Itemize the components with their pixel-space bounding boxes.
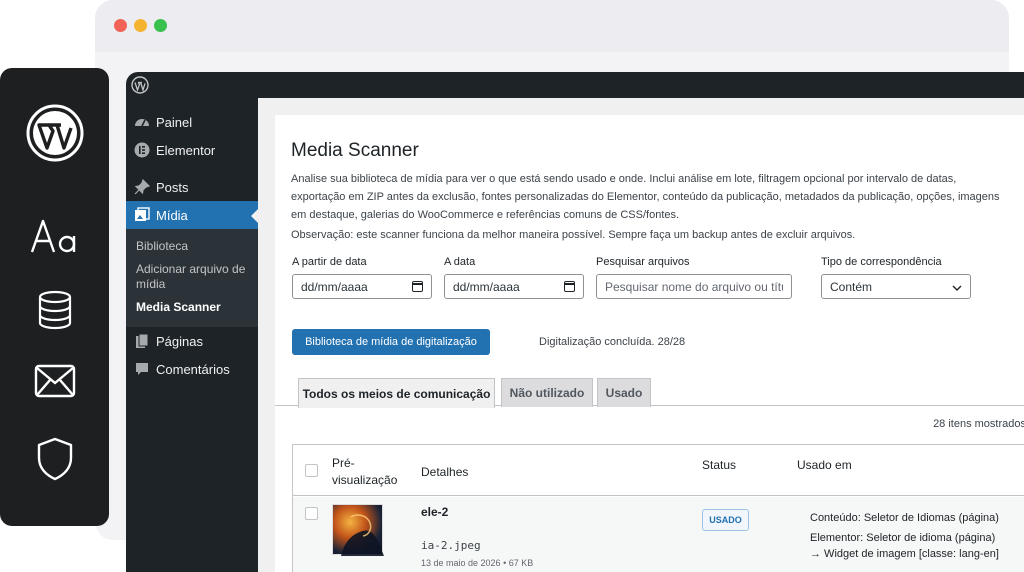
from-date-label: A partir de data xyxy=(292,256,367,268)
media-title[interactable]: ele-2 xyxy=(421,505,448,519)
wp-admin-window: Painel Elementor Posts Mídia Biblioteca … xyxy=(126,72,1024,572)
feature-icon-rail xyxy=(0,68,109,526)
tab-all-media[interactable]: Todos os meios de comunicação xyxy=(298,378,495,408)
to-date-value: dd/mm/aaaa xyxy=(453,279,520,294)
usage-entry: Elementor: Seletor de idioma (página) → … xyxy=(810,532,999,560)
table-header: Pré-visualização Detalhes Status Usado e… xyxy=(293,445,1024,496)
browser-title-bar xyxy=(95,0,1009,52)
select-all-checkbox[interactable] xyxy=(305,464,318,477)
elementor-icon xyxy=(134,142,150,158)
media-icon xyxy=(134,207,150,223)
chevron-down-icon xyxy=(952,280,962,294)
tab-unused[interactable]: Não utilizado xyxy=(501,378,593,407)
sidebar-item-midia[interactable]: Mídia xyxy=(126,201,258,229)
search-input[interactable]: Pesquisar nome do arquivo ou título xyxy=(596,274,792,299)
match-type-filter: Tipo de correspondência Contém xyxy=(821,256,971,299)
media-submenu: Biblioteca Adicionar arquivo de mídia Me… xyxy=(126,229,258,327)
scan-status: Digitalização concluída. 28/28 xyxy=(539,336,686,348)
admin-sidebar: Painel Elementor Posts Mídia Biblioteca … xyxy=(126,98,258,572)
row-checkbox[interactable] xyxy=(305,507,318,520)
column-header-status[interactable]: Status xyxy=(702,457,736,474)
admin-content: Media Scanner Analise sua biblioteca de … xyxy=(258,98,1024,572)
minimize-window-button[interactable] xyxy=(134,19,147,32)
media-filename: ia-2.jpeg xyxy=(421,539,481,552)
sidebar-item-label: Comentários xyxy=(156,361,230,377)
items-count: 28 itens mostrados xyxy=(933,418,1024,430)
status-badge: USADO xyxy=(702,509,749,531)
search-label: Pesquisar arquivos xyxy=(596,256,690,268)
table-row: ele-2 ia-2.jpeg 13 de maio de 2026 • 67 … xyxy=(293,497,1024,572)
to-date-label: A data xyxy=(444,256,476,268)
page-description: Analise sua biblioteca de mídia para ver… xyxy=(291,173,1000,221)
calendar-icon[interactable] xyxy=(412,281,423,292)
media-table: Pré-visualização Detalhes Status Usado e… xyxy=(292,444,1024,572)
maximize-window-button[interactable] xyxy=(154,19,167,32)
to-date-input[interactable]: dd/mm/aaaa xyxy=(444,274,584,299)
from-date-input[interactable]: dd/mm/aaaa xyxy=(292,274,432,299)
sidebar-item-label: Mídia xyxy=(156,207,188,223)
media-scanner-panel: Media Scanner Analise sua biblioteca de … xyxy=(275,115,1024,572)
tab-used[interactable]: Usado xyxy=(597,378,651,407)
search-filter: Pesquisar arquivos Pesquisar nome do arq… xyxy=(596,256,792,299)
submenu-item-media-scanner[interactable]: Media Scanner xyxy=(126,296,258,319)
sidebar-item-elementor[interactable]: Elementor xyxy=(126,136,258,164)
sidebar-item-paginas[interactable]: Páginas xyxy=(126,327,258,355)
submenu-item-biblioteca[interactable]: Biblioteca xyxy=(126,235,258,258)
calendar-icon[interactable] xyxy=(564,281,575,292)
screenshot-stage: Painel Elementor Posts Mídia Biblioteca … xyxy=(0,0,1024,572)
sidebar-item-label: Elementor xyxy=(156,142,216,158)
media-meta: 13 de maio de 2026 • 67 KB xyxy=(421,558,534,568)
comments-icon xyxy=(134,361,150,377)
pin-icon xyxy=(134,179,150,195)
page-note: Observação: este scanner funciona da mel… xyxy=(291,229,856,241)
sidebar-item-comentarios[interactable]: Comentários xyxy=(126,355,258,383)
column-header-preview[interactable]: Pré-visualização xyxy=(332,455,402,489)
match-type-value: Contém xyxy=(830,279,873,294)
admin-bar xyxy=(126,72,1024,98)
from-date-value: dd/mm/aaaa xyxy=(301,279,368,294)
scan-library-button[interactable]: Biblioteca de mídia de digitalização xyxy=(292,329,490,355)
column-header-used-in[interactable]: Usado em xyxy=(797,457,852,474)
shield-icon xyxy=(0,436,109,482)
database-icon xyxy=(0,290,109,330)
close-window-button[interactable] xyxy=(114,19,127,32)
typography-icon xyxy=(0,216,109,256)
to-date-filter: A data dd/mm/aaaa xyxy=(444,256,584,299)
pages-icon xyxy=(134,333,150,349)
sidebar-item-label: Posts xyxy=(156,179,189,195)
column-header-details[interactable]: Detalhes xyxy=(421,464,468,481)
page-title: Media Scanner xyxy=(291,140,419,161)
usage-list: Conteúdo: Seletor de Idiomas (página) El… xyxy=(810,510,1005,566)
match-type-label: Tipo de correspondência xyxy=(821,256,942,268)
media-thumbnail[interactable] xyxy=(332,504,384,556)
dashboard-icon xyxy=(134,114,150,130)
wp-logo-icon[interactable] xyxy=(131,76,149,99)
media-tabs: Todos os meios de comunicação Não utiliz… xyxy=(275,378,1024,408)
match-type-select[interactable]: Contém xyxy=(821,274,971,299)
sidebar-item-painel[interactable]: Painel xyxy=(126,108,258,136)
usage-entry: Conteúdo: Seletor de Idiomas (página) xyxy=(810,512,999,524)
mail-icon xyxy=(0,364,109,398)
submenu-item-add-media[interactable]: Adicionar arquivo de mídia xyxy=(126,258,258,296)
search-placeholder: Pesquisar nome do arquivo ou título xyxy=(605,279,783,294)
sidebar-item-label: Painel xyxy=(156,114,193,130)
wordpress-icon xyxy=(0,104,109,162)
from-date-filter: A partir de data dd/mm/aaaa xyxy=(292,256,432,299)
sidebar-item-label: Páginas xyxy=(156,333,203,349)
sidebar-item-posts[interactable]: Posts xyxy=(126,173,258,201)
